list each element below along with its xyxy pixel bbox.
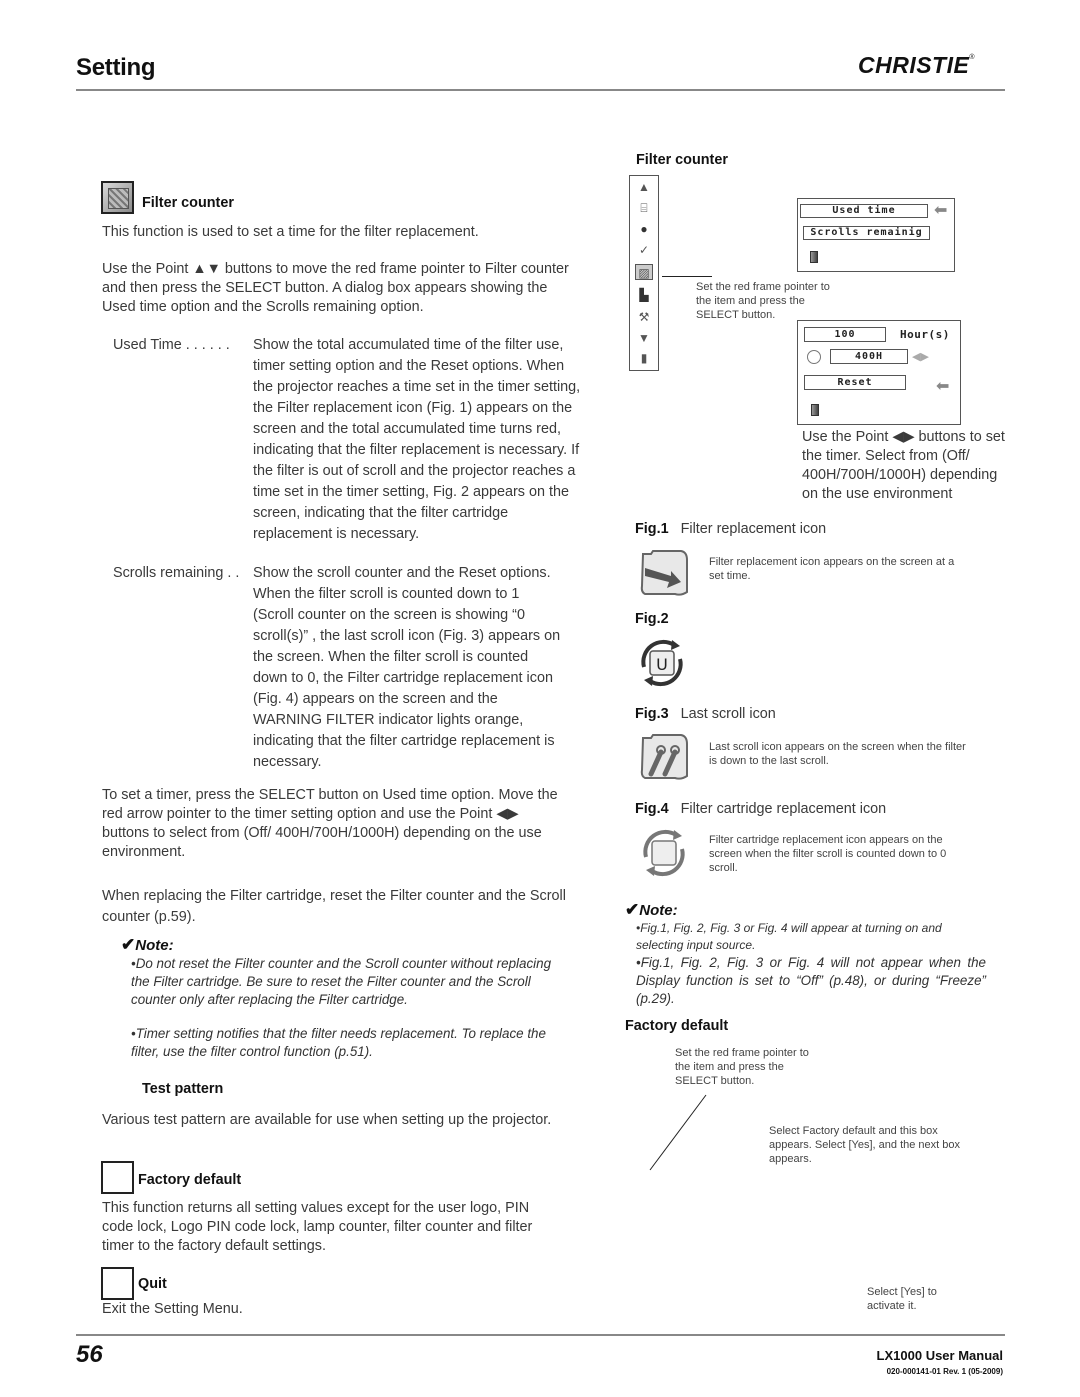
menu-exit-icon[interactable]: ▮ (635, 350, 653, 366)
quit-icon (101, 1267, 134, 1300)
timer-help-text: Use the Point ◀▶ buttons to set the time… (802, 429, 1005, 502)
fig4-caption: Fig.4 Filter cartridge replacement icon (635, 801, 887, 817)
factory-default-box-callout: Select Factory default and this box appe… (769, 1125, 961, 1165)
callout-leader-line (662, 276, 712, 277)
timer-setting-value[interactable]: 400H (830, 349, 908, 364)
christie-logo: CHRISTIE® (858, 52, 975, 79)
note-heading-right: ✔Note: (625, 900, 678, 919)
used-time-term: Used Time . . . . . . (113, 337, 230, 353)
menu-pencil-check-icon[interactable]: ✓ (635, 242, 653, 258)
used-time-description: Show the total accumulated time of the f… (253, 337, 581, 542)
filter-counter-intro: This function is used to set a time for … (102, 224, 479, 240)
clock-icon (807, 350, 821, 364)
pointer-arrow-icon: ⬅ (936, 378, 950, 395)
note-item-right: •Fig.1, Fig. 2, Fig. 3 or Fig. 4 will ap… (636, 921, 942, 952)
revision-code: 020-000141-01 Rev. 1 (05-2009) (886, 1367, 1003, 1376)
brand-name: CHRISTIE (858, 52, 970, 78)
reset-instructions: When replacing the Filter cartridge, res… (102, 888, 566, 925)
reset-button[interactable]: Reset (804, 375, 906, 390)
factory-default-description: This function returns all setting values… (102, 1200, 533, 1254)
menu-factory-default-icon[interactable]: ⚒ (635, 309, 653, 325)
filter-replacement-icon (640, 550, 688, 596)
menu-projector-icon[interactable]: ⌸ (635, 200, 653, 216)
menu-color-wheel-icon[interactable]: ● (635, 221, 653, 237)
scrolls-remaining-description: Show the scroll counter and the Reset op… (253, 565, 561, 770)
fig1-caption: Fig.1 Filter replacement icon (635, 521, 827, 537)
filter-out-of-scroll-icon: U (641, 639, 683, 687)
quit-description: Exit the Setting Menu. (102, 1301, 243, 1317)
dialog-exit-icon[interactable] (811, 404, 819, 416)
factory-default-heading-right: Factory default (625, 1018, 729, 1034)
pointer-arrow-icon: ⬅ (934, 202, 948, 219)
left-right-arrows-icon[interactable]: ◀▶ (912, 350, 929, 363)
select-yes-callout: Select [Yes] to activate it. (867, 1286, 937, 1312)
fig4-description: Filter cartridge replacement icon appear… (709, 834, 947, 874)
factory-default-select-callout: Set the red frame pointer to the item an… (675, 1047, 809, 1087)
fig2-caption: Fig.2 (635, 611, 669, 627)
header-divider (76, 89, 1005, 91)
menu-test-pattern-icon[interactable]: ▙ (635, 287, 653, 303)
filter-counter-dialog: Used time ⬅ Scrolls remainig (797, 198, 955, 272)
test-pattern-heading: Test pattern (142, 1081, 224, 1097)
test-pattern-description: Various test pattern are available for u… (102, 1112, 552, 1128)
last-scroll-icon (640, 734, 688, 780)
page-number: 56 (76, 1341, 103, 1368)
used-hours-value: 100 (804, 327, 886, 342)
callout-leader-line (649, 1094, 707, 1171)
menu-up-arrow-icon[interactable]: ▲ (635, 179, 653, 195)
used-time-dialog: 100 Hour(s) 400H ◀▶ Reset ⬅ (797, 320, 961, 425)
factory-default-heading: Factory default (138, 1172, 242, 1188)
select-callout-text: Set the red frame pointer to the item an… (696, 281, 830, 321)
filter-counter-heading: Filter counter (142, 195, 234, 211)
manual-title: LX1000 User Manual (876, 1348, 1003, 1363)
filter-cartridge-replacement-icon (643, 829, 685, 877)
filter-counter-heading-right: Filter counter (636, 152, 728, 168)
fig1-description: Filter replacement icon appears on the s… (709, 556, 955, 582)
note-item-left: •Do not reset the Filter counter and the… (131, 956, 552, 1007)
note-item-left: •Timer setting notifies that the filter … (131, 1026, 546, 1059)
fig3-description: Last scroll icon appears on the screen w… (709, 741, 966, 767)
factory-default-icon (101, 1161, 134, 1194)
timer-instructions: To set a timer, press the SELECT button … (102, 787, 558, 860)
registered-mark: ® (969, 54, 976, 61)
setting-menu-strip: ▲ ⌸ ● ✓ ▨ ▙ ⚒ ▼ ▮ (629, 175, 659, 371)
scrolls-remaining-term: Scrolls remaining . . (113, 565, 240, 581)
dialog-exit-icon[interactable] (810, 251, 818, 263)
menu-filter-counter-icon[interactable]: ▨ (635, 264, 653, 280)
checkmark-icon: ✔ (121, 935, 136, 954)
footer-divider (76, 1334, 1005, 1336)
filter-counter-instructions: Use the Point ▲▼ buttons to move the red… (102, 261, 569, 315)
note-item-right: •Fig.1, Fig. 2, Fig. 3 or Fig. 4 will no… (636, 955, 986, 1006)
menu-down-arrow-icon[interactable]: ▼ (635, 330, 653, 346)
filter-counter-icon (101, 181, 134, 214)
page-section-title: Setting (76, 54, 156, 81)
note-heading-left: ✔Note: (121, 935, 174, 954)
checkmark-icon: ✔ (625, 900, 640, 919)
fig3-caption: Fig.3 Last scroll icon (635, 706, 776, 722)
used-time-option[interactable]: Used time (800, 204, 928, 218)
quit-heading: Quit (138, 1276, 167, 1292)
hours-unit-label: Hour(s) (900, 328, 950, 341)
svg-text:U: U (656, 655, 668, 674)
scrolls-remaining-option[interactable]: Scrolls remainig (803, 226, 930, 240)
